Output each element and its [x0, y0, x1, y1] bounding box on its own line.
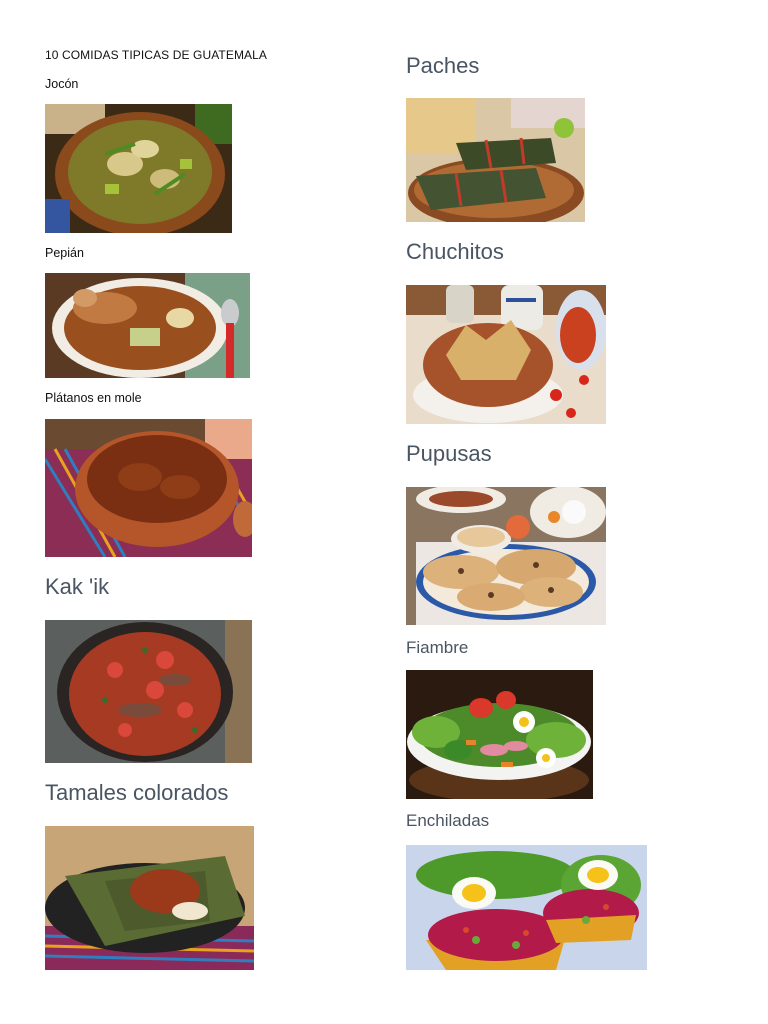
pupusas-photo	[406, 487, 606, 625]
document-page: 10 COMIDAS TIPICAS DE GUATEMALA Jocón Pe…	[0, 0, 768, 1024]
dish-label-platanos: Plátanos en mole	[45, 391, 142, 405]
paches-photo	[406, 98, 585, 222]
jocon-stew-photo	[45, 104, 232, 233]
dish-heading-tamales: Tamales colorados	[45, 780, 229, 805]
chuchitos-photo	[406, 285, 606, 424]
dish-heading-kakik: Kak 'ik	[45, 574, 110, 599]
document-title: 10 COMIDAS TIPICAS DE GUATEMALA	[45, 48, 268, 62]
dish-heading-enchiladas: Enchiladas	[406, 811, 490, 830]
pepian-stew-photo	[45, 273, 250, 378]
kakik-soup-photo	[45, 620, 252, 763]
tamales-colorados-photo	[45, 826, 254, 970]
dish-heading-pupusas: Pupusas	[406, 441, 492, 466]
enchiladas-photo	[406, 845, 647, 970]
dish-heading-chuchitos: Chuchitos	[406, 239, 504, 264]
dish-label-pepian: Pepián	[45, 246, 84, 260]
dish-label-jocon: Jocón	[45, 77, 79, 91]
dish-heading-fiambre: Fiambre	[406, 638, 469, 657]
platanos-en-mole-photo	[45, 419, 252, 557]
dish-heading-paches: Paches	[406, 53, 480, 78]
fiambre-photo	[406, 670, 593, 799]
